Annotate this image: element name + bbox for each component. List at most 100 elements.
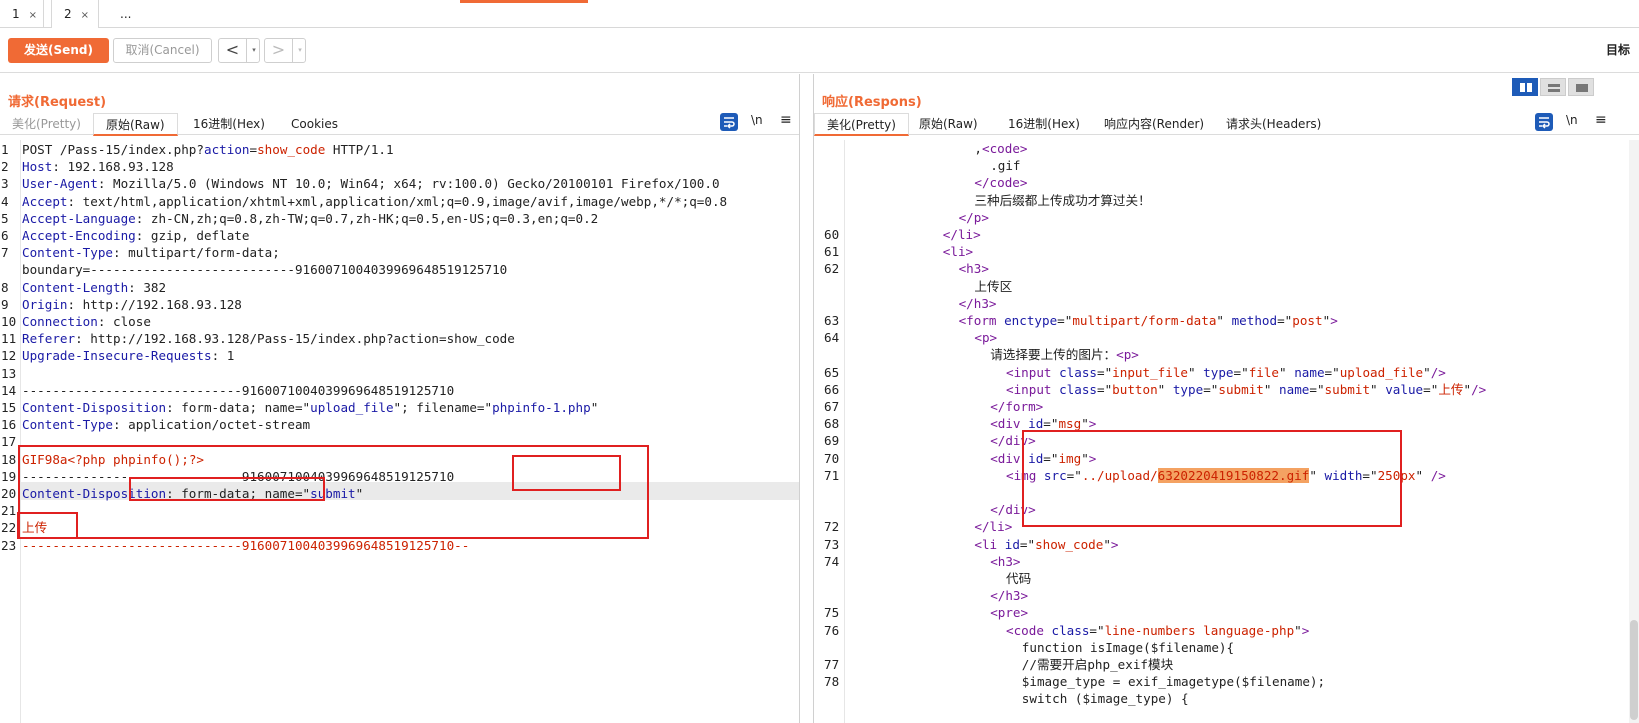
tab-pretty[interactable]: 美化(Pretty) [0, 113, 93, 135]
code-line[interactable]: </form> [990, 398, 1043, 416]
newline-toggle[interactable]: \n [1566, 113, 1578, 127]
code-token: : close [97, 314, 151, 329]
code-line[interactable]: Accept-Encoding: gzip, deflate [22, 227, 249, 245]
code-line[interactable]: ,<code> [974, 140, 1027, 158]
tab-headers[interactable]: 请求头(Headers) [1214, 113, 1333, 135]
code-line[interactable]: 请选择要上传的图片：<p> [990, 346, 1139, 364]
code-line[interactable]: $image_type = exif_imagetype($filename); [1022, 673, 1325, 691]
code-line[interactable]: Content-Type: multipart/form-data; [22, 244, 280, 262]
menu-icon[interactable]: ≡ [780, 112, 792, 128]
line-number [824, 157, 844, 175]
code-token: " [1415, 467, 1431, 483]
code-token: <code [1006, 622, 1052, 638]
code-line[interactable]: Upgrade-Insecure-Requests: 1 [22, 347, 234, 365]
code-line[interactable]: </code> [974, 174, 1027, 192]
code-line[interactable]: <p> [974, 329, 997, 347]
code-line[interactable]: <form enctype="multipart/form-data" meth… [959, 312, 1338, 330]
request-tab-1[interactable]: 1 × [0, 0, 44, 28]
line-number: 60 [824, 227, 840, 242]
chevron-down-icon[interactable]: ▾ [249, 39, 259, 62]
wrap-lines-icon[interactable] [1535, 113, 1553, 131]
code-line[interactable]: <h3> [990, 553, 1020, 571]
tab-cookies[interactable]: Cookies [279, 113, 350, 135]
code-line[interactable]: 上传区 [974, 278, 1012, 296]
code-line[interactable]: </li> [974, 518, 1012, 536]
code-token: HTTP/1.1 [325, 142, 394, 157]
code-line[interactable]: <li id="show_code"> [974, 536, 1118, 554]
code-line[interactable]: boundary=---------------------------9160… [22, 261, 507, 279]
request-tab-2[interactable]: 2 × [51, 0, 99, 28]
code-line[interactable]: <code class="line-numbers language-php"> [1006, 622, 1309, 640]
code-line[interactable]: -----------------------------91600710040… [22, 382, 454, 400]
target-label[interactable]: 目标 [1606, 41, 1630, 58]
tab-pretty[interactable]: 美化(Pretty) [814, 113, 909, 136]
tab-hex[interactable]: 16进制(Hex) [996, 113, 1092, 135]
response-editor[interactable]: ,<code> .gif </code> 三种后缀都上传成功才算过关！ </p> 60 </… [814, 140, 1639, 723]
code-line[interactable]: </p> [959, 209, 989, 227]
line-number: 72 [824, 519, 840, 535]
line-number [824, 174, 844, 192]
more-tabs-button[interactable]: ... [108, 0, 144, 28]
back-arrow-icon[interactable]: < [219, 39, 247, 62]
vertical-scrollbar[interactable] [1629, 140, 1639, 723]
code-line[interactable]: </h3> [959, 295, 997, 313]
code-line[interactable]: Origin: http://192.168.93.128 [22, 296, 242, 314]
line-number: 2 [1, 159, 9, 175]
code-line[interactable]: Accept: text/html,application/xhtml+xml,… [22, 193, 727, 211]
code-line[interactable]: Connection: close [22, 313, 151, 331]
line-number [824, 639, 844, 657]
code-token: </li> [942, 227, 981, 242]
newline-toggle[interactable]: \n [751, 113, 763, 127]
code-line[interactable]: User-Agent: Mozilla/5.0 (Windows NT 10.0… [22, 175, 720, 193]
code-line[interactable]: <input class="input_file" type="file" na… [1006, 364, 1446, 382]
code-line[interactable]: </h3> [990, 587, 1028, 605]
menu-icon[interactable]: ≡ [1595, 112, 1607, 128]
code-line[interactable]: Referer: http://192.168.93.128/Pass-15/i… [22, 330, 515, 348]
code-line[interactable]: switch ($image_type) { [1022, 690, 1189, 708]
tab-hex[interactable]: 16进制(Hex) [181, 113, 277, 135]
back-button[interactable]: < ▾ [218, 38, 260, 63]
tab-raw[interactable]: 原始(Raw) [93, 113, 178, 136]
code-line[interactable]: Content-Disposition: form-data; name="up… [22, 399, 598, 417]
scrollbar-thumb[interactable] [1630, 620, 1638, 720]
forward-button[interactable]: > ▾ [264, 38, 306, 63]
code-line[interactable]: <h3> [959, 260, 989, 278]
cancel-button[interactable]: 取消(Cancel) [113, 38, 212, 63]
code-line[interactable]: 代码 [1006, 570, 1031, 588]
code-token: " [1463, 381, 1472, 397]
code-line[interactable]: Accept-Language: zh-CN,zh;q=0.8,zh-TW;q=… [22, 210, 598, 228]
tab-render[interactable]: 响应内容(Render) [1092, 113, 1216, 135]
request-editor[interactable]: 1 POST /Pass-15/index.php?action=show_cod… [0, 140, 799, 723]
code-line[interactable]: <input class="button" type="submit" name… [1006, 381, 1486, 399]
send-button[interactable]: 发送(Send) [8, 38, 109, 63]
code-line[interactable]: <li> [943, 243, 973, 261]
forward-arrow-icon[interactable]: > [265, 39, 293, 62]
code-token: id [1028, 416, 1044, 432]
line-number [1, 261, 19, 279]
code-line[interactable]: Host: 192.168.93.128 [22, 158, 174, 176]
tab-raw[interactable]: 原始(Raw) [907, 113, 990, 135]
code-line[interactable]: 三种后缀都上传成功才算过关！ [974, 192, 1150, 210]
request-view-tabs: 美化(Pretty) 原始(Raw) 16进制(Hex) Cookies [0, 113, 799, 136]
single-view-icon[interactable] [1568, 78, 1594, 96]
code-line[interactable]: //需要开启php_exif模块 [1022, 656, 1173, 674]
line-number: 11 [1, 331, 17, 347]
close-icon[interactable]: × [29, 10, 37, 21]
code-token: <div [990, 416, 1029, 432]
code-line[interactable]: Content-Length: 382 [22, 279, 166, 297]
stacked-view-icon[interactable] [1540, 78, 1566, 96]
wrap-lines-icon[interactable] [720, 113, 738, 131]
chevron-down-icon[interactable]: ▾ [295, 39, 305, 62]
code-line[interactable]: -----------------------------91600710040… [22, 537, 469, 555]
code-line[interactable]: <pre> [990, 604, 1028, 622]
code-line[interactable]: </li> [943, 226, 981, 244]
code-line[interactable]: POST /Pass-15/index.php?action=show_code… [22, 141, 394, 159]
code-token: > [1330, 313, 1338, 328]
line-number: 7 [1, 245, 9, 261]
code-token: = [249, 142, 258, 157]
close-icon[interactable]: × [81, 10, 89, 21]
split-view-icon[interactable] [1512, 78, 1538, 96]
code-line[interactable]: .gif [990, 157, 1020, 175]
code-line[interactable]: function isImage($filename){ [1022, 639, 1234, 657]
code-line[interactable]: Content-Type: application/octet-stream [22, 416, 310, 434]
